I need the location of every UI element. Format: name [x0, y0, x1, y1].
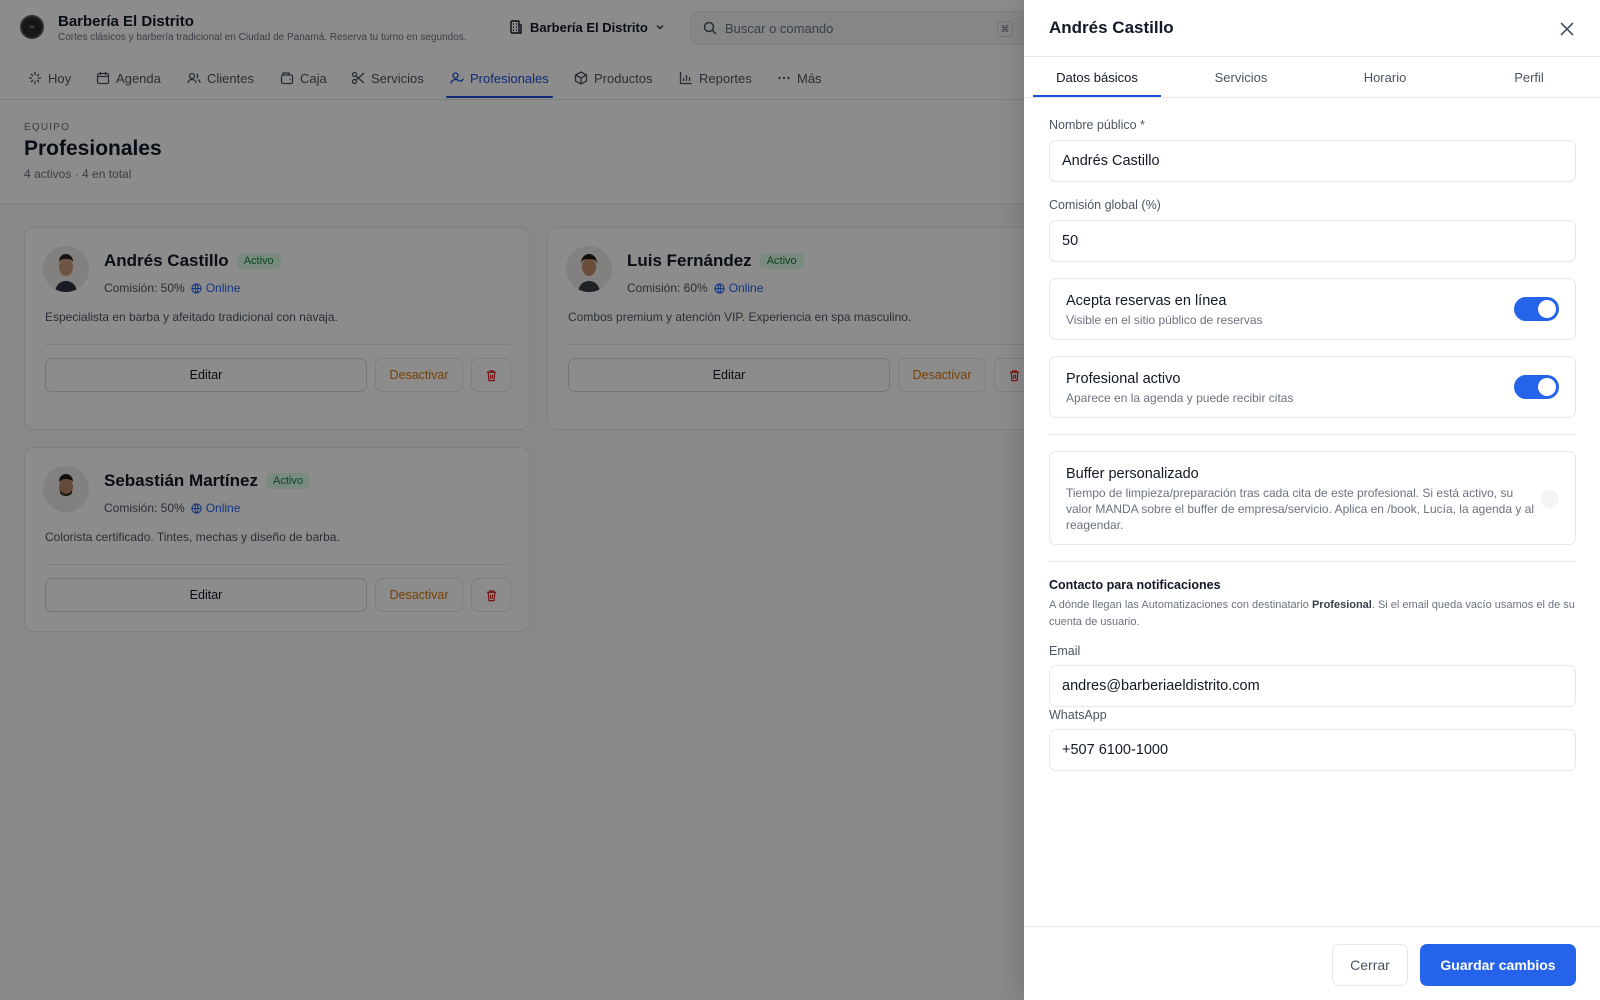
toggle-description: Visible en el sitio público de reservas	[1066, 313, 1263, 327]
cancel-button[interactable]: Cerrar	[1332, 944, 1408, 986]
tab-perfil[interactable]: Perfil	[1465, 57, 1593, 97]
drawer-footer: Cerrar Guardar cambios	[1024, 926, 1600, 1000]
tab-horario[interactable]: Horario	[1321, 57, 1449, 97]
close-icon	[1560, 22, 1574, 36]
public-name-label: Nombre público *	[1049, 118, 1145, 132]
email-field[interactable]	[1049, 665, 1576, 707]
public-name-input[interactable]	[1049, 140, 1576, 182]
edit-professional-drawer: Andrés Castillo Datos básicos Servicios …	[1024, 0, 1600, 1000]
tab-servicios[interactable]: Servicios	[1177, 57, 1305, 97]
tabs-divider	[1024, 97, 1600, 98]
toggle-description: Tiempo de limpieza/preparación tras cada…	[1066, 486, 1535, 532]
toggle-title: Acepta reservas en línea	[1066, 293, 1227, 309]
commission-label: Comisión global (%)	[1049, 198, 1161, 212]
drawer-title: Andrés Castillo	[1049, 18, 1174, 37]
email-label: Email	[1049, 644, 1081, 658]
toggle-title: Buffer personalizado	[1066, 466, 1199, 482]
active-professional-toggle-card: Profesional activo Aparece en la agenda …	[1049, 356, 1576, 418]
custom-buffer-switch[interactable]	[1541, 490, 1559, 508]
toggle-title: Profesional activo	[1066, 371, 1181, 387]
close-button[interactable]	[1556, 18, 1578, 40]
description-text: A dónde llegan las Automatizaciones con …	[1049, 599, 1312, 611]
custom-buffer-toggle-card: Buffer personalizado Tiempo de limpieza/…	[1049, 451, 1576, 545]
toggle-description: Aparece en la agenda y puede recibir cit…	[1066, 391, 1294, 405]
online-booking-switch[interactable]	[1514, 297, 1559, 321]
commission-input[interactable]	[1049, 220, 1576, 262]
save-button[interactable]: Guardar cambios	[1420, 944, 1576, 986]
section-divider	[1049, 434, 1576, 435]
contact-section-description: A dónde llegan las Automatizaciones con …	[1049, 597, 1576, 631]
online-booking-toggle-card: Acepta reservas en línea Visible en el s…	[1049, 278, 1576, 340]
active-professional-switch[interactable]	[1514, 375, 1559, 399]
section-divider	[1049, 561, 1576, 562]
whatsapp-label: WhatsApp	[1049, 708, 1107, 722]
whatsapp-field[interactable]	[1049, 729, 1576, 771]
tab-datos-basicos[interactable]: Datos básicos	[1033, 57, 1161, 97]
contact-section-title: Contacto para notificaciones	[1049, 578, 1221, 592]
description-emphasis: Profesional	[1311, 599, 1372, 611]
